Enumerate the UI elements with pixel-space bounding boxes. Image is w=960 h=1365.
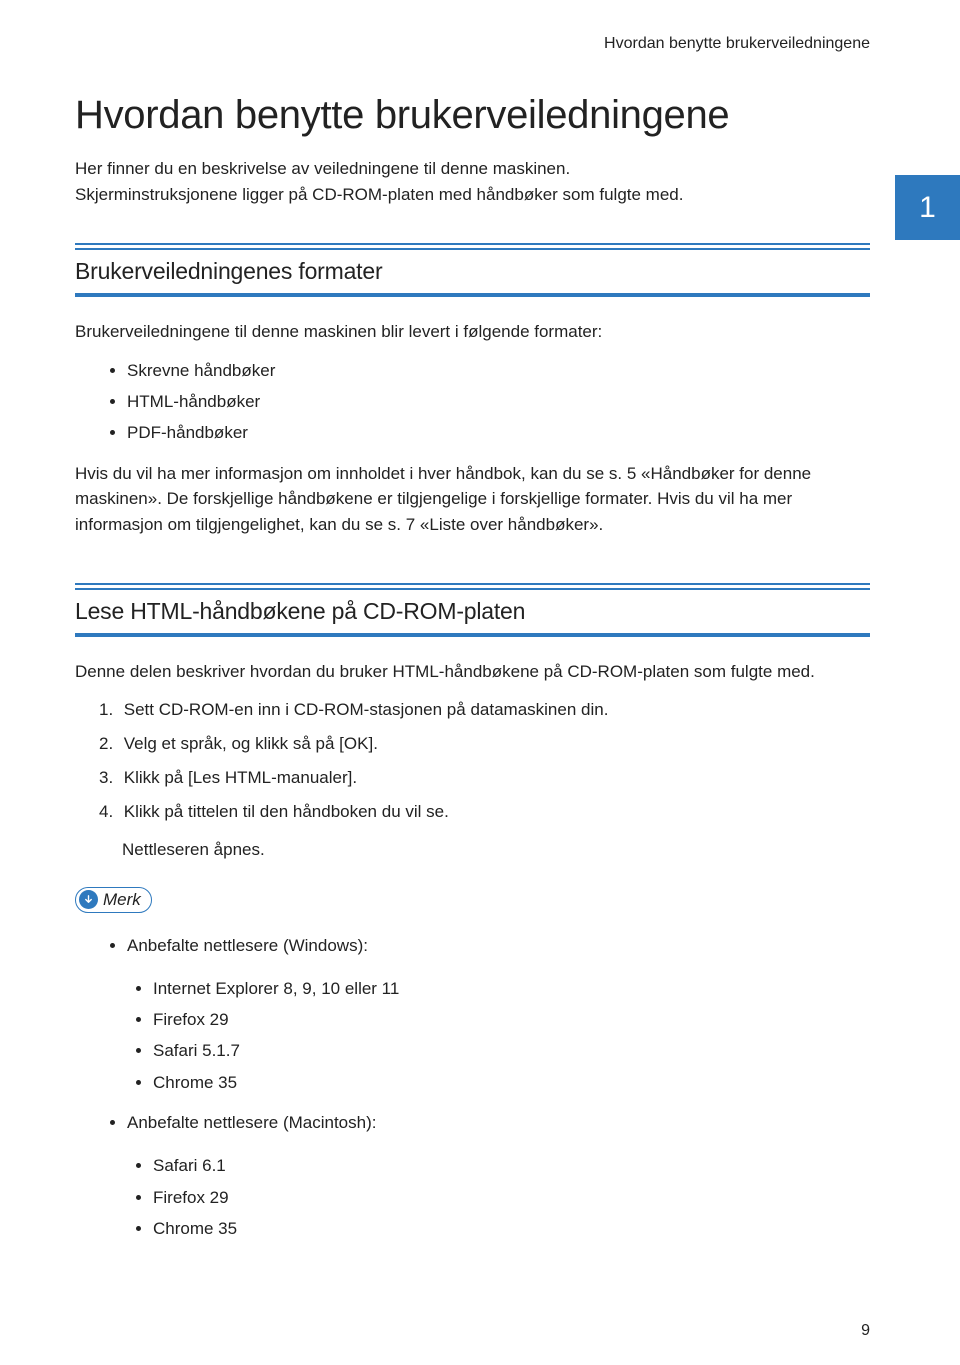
- list-item: Internet Explorer 8, 9, 10 eller 11: [153, 973, 870, 1004]
- chapter-number-badge: 1: [895, 175, 960, 240]
- list-item: Firefox 29: [153, 1182, 870, 1213]
- note-group-heading: Anbefalte nettlesere (Windows):: [127, 931, 870, 961]
- running-head: Hvordan benytte brukerveiledningene: [75, 35, 870, 53]
- heading-rule-bottom: [75, 633, 870, 637]
- step-result: Nettleseren åpnes.: [99, 833, 870, 867]
- section2-lead: Denne delen beskriver hvordan du bruker …: [75, 659, 870, 685]
- list-item: PDF-håndbøker: [127, 417, 870, 448]
- section-heading-block: Brukerveiledningenes formater: [75, 243, 870, 297]
- intro-paragraph: Her finner du en beskrivelse av veiledni…: [75, 156, 715, 207]
- note-label: Merk: [103, 890, 141, 910]
- list-item: HTML-håndbøker: [127, 386, 870, 417]
- section1-lead: Brukerveiledningene til denne maskinen b…: [75, 319, 870, 345]
- note-group-list: Anbefalte nettlesere (Windows):: [75, 931, 870, 961]
- section-heading-block: Lese HTML-håndbøkene på CD-ROM-platen: [75, 583, 870, 637]
- section1-list: Skrevne håndbøker HTML-håndbøker PDF-hån…: [75, 355, 870, 449]
- step-text: Velg et språk, og klikk så på [OK].: [124, 734, 378, 753]
- section2-heading: Lese HTML-håndbøkene på CD-ROM-platen: [75, 598, 870, 625]
- heading-rule-top: [75, 243, 870, 250]
- list-item: Chrome 35: [153, 1067, 870, 1098]
- step-item: 4. Klikk på tittelen til den håndboken d…: [99, 795, 870, 829]
- step-text: Klikk på [Les HTML-manualer].: [124, 768, 357, 787]
- page-number: 9: [861, 1322, 870, 1340]
- step-item: 2. Velg et språk, og klikk så på [OK].: [99, 727, 870, 761]
- note-chip: Merk: [75, 887, 152, 913]
- step-item: 3. Klikk på [Les HTML-manualer].: [99, 761, 870, 795]
- note-group-heading: Anbefalte nettlesere (Macintosh):: [127, 1108, 870, 1138]
- note-group-list: Anbefalte nettlesere (Macintosh):: [75, 1108, 870, 1138]
- step-text: Sett CD-ROM-en inn i CD-ROM-stasjonen på…: [124, 700, 609, 719]
- heading-rule-top: [75, 583, 870, 590]
- list-item: Chrome 35: [153, 1213, 870, 1244]
- section1-tail: Hvis du vil ha mer informasjon om innhol…: [75, 461, 870, 538]
- steps-list: 1. Sett CD-ROM-en inn i CD-ROM-stasjonen…: [75, 693, 870, 867]
- note-group-items: Safari 6.1 Firefox 29 Chrome 35: [75, 1150, 870, 1244]
- step-text: Klikk på tittelen til den håndboken du v…: [124, 802, 449, 821]
- section1-heading: Brukerveiledningenes formater: [75, 258, 870, 285]
- list-item: Firefox 29: [153, 1004, 870, 1035]
- list-item: Skrevne håndbøker: [127, 355, 870, 386]
- page-title: Hvordan benytte brukerveiledningene: [75, 93, 870, 138]
- list-item: Safari 6.1: [153, 1150, 870, 1181]
- list-item: Safari 5.1.7: [153, 1035, 870, 1066]
- arrow-down-icon: [79, 890, 98, 909]
- step-item: 1. Sett CD-ROM-en inn i CD-ROM-stasjonen…: [99, 693, 870, 727]
- page-container: Hvordan benytte brukerveiledningene Hvor…: [0, 0, 960, 1365]
- note-group-items: Internet Explorer 8, 9, 10 eller 11 Fire…: [75, 973, 870, 1099]
- heading-rule-bottom: [75, 293, 870, 297]
